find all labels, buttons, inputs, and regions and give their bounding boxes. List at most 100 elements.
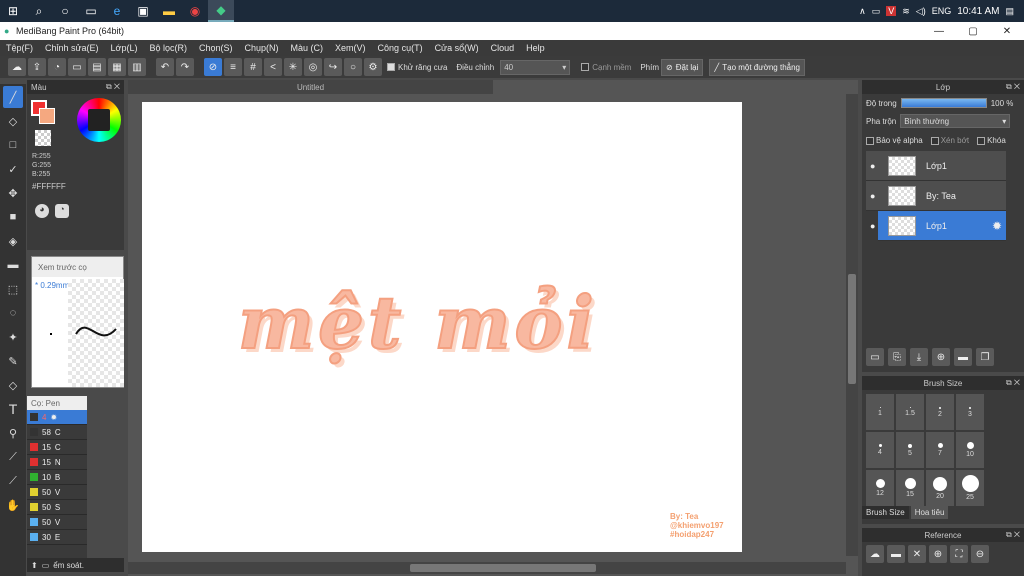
chrome-icon[interactable]: ◉ — [182, 0, 208, 22]
dot-tool-icon[interactable]: ✓ — [3, 158, 23, 180]
visibility-eye-icon[interactable]: ● — [870, 161, 875, 171]
parallel-snap-icon[interactable]: ≡ — [224, 58, 242, 76]
document-icon[interactable]: ▤ — [88, 58, 106, 76]
lasso-tool-icon[interactable]: ◌ — [3, 302, 23, 324]
task-view-icon[interactable]: ▭ — [78, 0, 104, 22]
menu-edit[interactable]: Chỉnh sửa(E) — [45, 43, 99, 53]
windows-start-icon[interactable]: ⊞ — [0, 0, 26, 22]
brush-item[interactable]: 50 V — [27, 485, 87, 500]
brush-tool-icon[interactable]: ╱ — [3, 86, 23, 108]
copy-layer-icon[interactable]: ⎘ — [888, 348, 906, 366]
brush-size-option[interactable]: 15 — [896, 470, 924, 506]
horizontal-scrollbar[interactable] — [128, 562, 846, 574]
straight-line-button[interactable]: ╱ Tạo một đường thẳng — [709, 58, 805, 76]
color-palette-icon[interactable]: ◕ — [35, 204, 49, 218]
store-icon[interactable]: ▣ — [130, 0, 156, 22]
menu-tools[interactable]: Công cụ(T) — [378, 43, 423, 53]
medibang-taskbar-icon[interactable]: ◆ — [208, 0, 234, 22]
menu-select[interactable]: Chọn(S) — [199, 43, 233, 53]
menu-layer[interactable]: Lớp(L) — [111, 43, 138, 53]
drawing-canvas[interactable]: mệt mỏi By: Tea @khiemvo197 #hoidap247 — [142, 102, 742, 552]
brush-item[interactable]: 10 B — [27, 470, 87, 485]
menu-color[interactable]: Màu (C) — [291, 43, 324, 53]
language-indicator[interactable]: ENG — [932, 6, 952, 16]
gear-icon[interactable]: ✹ — [50, 413, 57, 422]
panel-close-icon[interactable]: ⧉ ✕ — [1006, 82, 1020, 92]
select-eraser-tool-icon[interactable]: ◇ — [3, 374, 23, 396]
horizontal-scroll-thumb[interactable] — [410, 564, 596, 572]
close-icon[interactable]: ✕ — [908, 545, 926, 563]
panel-close-icon[interactable]: ⧉ ✕ — [106, 82, 120, 92]
blend-dropdown[interactable]: Bình thường ▾ — [900, 114, 1011, 128]
settings-gear-icon[interactable]: ⚙ — [364, 58, 382, 76]
close-button[interactable]: ✕ — [990, 22, 1024, 40]
layer-row-selected[interactable]: ● Lớp1 ✹ — [870, 211, 1006, 241]
cortana-icon[interactable]: ○ — [52, 0, 78, 22]
secondary-color-swatch[interactable] — [39, 108, 55, 124]
protect-alpha-checkbox[interactable]: Bảo vệ alpha — [866, 136, 923, 145]
new-layer-icon[interactable]: ▭ — [866, 348, 884, 366]
ellipse-snap-icon[interactable]: ○ — [344, 58, 362, 76]
text-tool-icon[interactable]: T — [3, 398, 23, 420]
brush-size-option[interactable]: 7 — [926, 432, 954, 468]
bucket-tool-icon[interactable]: ◈ — [3, 230, 23, 252]
brush-size-option[interactable]: 3 — [956, 394, 984, 430]
panel-close-icon[interactable]: ⧉ ✕ — [1006, 378, 1020, 388]
select-pen-tool-icon[interactable]: ✎ — [3, 350, 23, 372]
battery-icon[interactable]: ▭ — [872, 6, 881, 17]
brush-size-option[interactable]: 12 — [866, 470, 894, 506]
panel-close-icon[interactable]: ⧉ ✕ — [1006, 530, 1020, 540]
menu-snap[interactable]: Chụp(N) — [245, 43, 279, 53]
reset-button[interactable]: ⊘ Đặt lại — [661, 58, 704, 76]
folder-icon[interactable]: ▬ — [954, 348, 972, 366]
merge-layer-icon[interactable]: ⤓ — [910, 348, 928, 366]
brush-item[interactable]: 50 S — [27, 500, 87, 515]
lock-checkbox[interactable]: Khóa — [977, 136, 1006, 145]
canvas-tab[interactable]: Untitled — [128, 80, 493, 94]
hand-tool-icon[interactable]: ✋ — [3, 494, 23, 516]
eyedropper-tool-icon[interactable]: ⟋ — [3, 446, 23, 468]
add-brush-icon[interactable]: ⬆ — [31, 561, 38, 570]
color-wheel[interactable] — [77, 98, 121, 142]
brush-item[interactable]: 58 C — [27, 425, 87, 440]
menu-filter[interactable]: Bộ lọc(R) — [149, 43, 187, 53]
correction-dropdown[interactable]: 40 ▾ — [500, 59, 571, 75]
transparent-color-swatch[interactable] — [35, 130, 51, 146]
duplicate-icon[interactable]: ❐ — [976, 348, 994, 366]
brush-item[interactable]: 4 ✹ — [27, 410, 87, 425]
panel-icon[interactable]: ▥ — [128, 58, 146, 76]
magic-wand-tool-icon[interactable]: ✦ — [3, 326, 23, 348]
clip-checkbox[interactable]: Xén bớt — [930, 136, 969, 145]
radial-snap-icon[interactable]: ✳ — [284, 58, 302, 76]
brush-size-option[interactable]: 2 — [926, 394, 954, 430]
select-tool-icon[interactable]: ⬚ — [3, 278, 23, 300]
wifi-icon[interactable]: ≋ — [902, 6, 910, 17]
upload-icon[interactable]: ☁ — [866, 545, 884, 563]
export-icon[interactable]: ⇪ — [28, 58, 46, 76]
brush-size-option[interactable]: 5 — [896, 432, 924, 468]
open-folder-icon[interactable]: ▬ — [887, 545, 905, 563]
hex-value[interactable]: #FFFFFF — [32, 182, 66, 191]
brush-size-option[interactable]: 20 — [926, 470, 954, 506]
brush-size-option[interactable]: 10 — [956, 432, 984, 468]
visibility-eye-icon[interactable]: ● — [870, 191, 875, 201]
brush-page-icon[interactable]: ▭ — [42, 561, 50, 570]
layer-row[interactable]: ● By: Tea — [866, 181, 1006, 211]
chevron-up-icon[interactable]: ∧ — [859, 6, 866, 17]
brush-size-option[interactable]: 4 — [866, 432, 894, 468]
brush-size-option[interactable]: 1.5 — [896, 394, 924, 430]
volume-icon[interactable]: ◁) — [916, 6, 926, 17]
clock[interactable]: 10:41 AM — [957, 6, 999, 17]
visibility-eye-icon[interactable]: ● — [870, 221, 875, 231]
fit-icon[interactable]: ⛶ — [950, 545, 968, 563]
undo-icon[interactable]: ↶ — [156, 58, 174, 76]
layer-row[interactable]: ● Lớp1 — [866, 151, 1006, 181]
circle-snap-icon[interactable]: ◎ — [304, 58, 322, 76]
gear-icon[interactable]: ✹ — [992, 219, 1002, 233]
minimize-button[interactable]: — — [922, 22, 956, 40]
opacity-slider[interactable] — [900, 98, 987, 108]
gradient-tool-icon[interactable]: ▬ — [3, 254, 23, 276]
curve-snap-icon[interactable]: ↪ — [324, 58, 342, 76]
add-layer-menu-icon[interactable]: ⊕ — [932, 348, 950, 366]
zoom-out-icon[interactable]: ⊖ — [971, 545, 989, 563]
